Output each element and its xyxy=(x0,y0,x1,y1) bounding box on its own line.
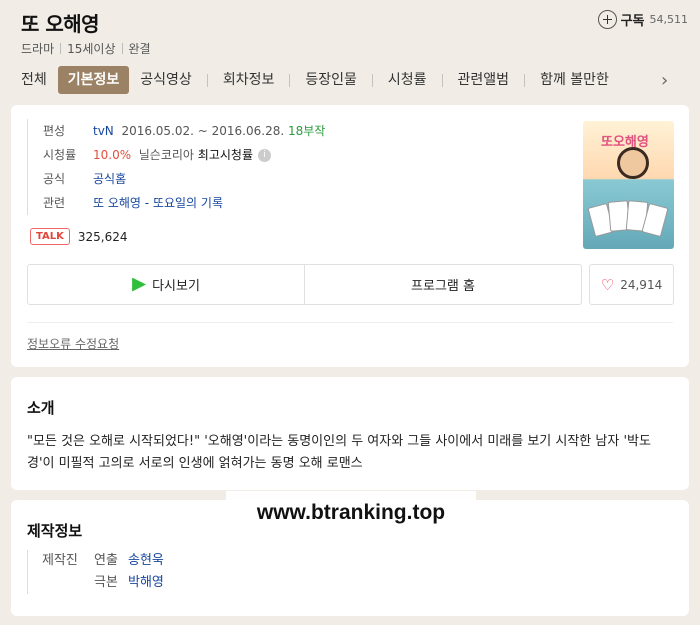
tab-ratings[interactable]: 시청률 xyxy=(377,66,438,94)
tab-recommended[interactable]: 함께 볼만한 xyxy=(529,66,620,94)
tab-divider xyxy=(289,73,291,87)
meta-divider xyxy=(60,43,62,54)
credit-name-link[interactable]: 박해영 xyxy=(128,572,164,594)
info-label: 편성 xyxy=(43,124,66,138)
tab-fade xyxy=(620,66,660,94)
info-row-related: 관련 또 오해영 - 또요일의 기록 xyxy=(43,191,325,215)
plus-icon xyxy=(597,10,617,29)
poster-title: 또오해영 xyxy=(601,135,649,150)
heart-icon: ♡ xyxy=(600,275,615,294)
action-buttons: 다시보기 프로그램 홈 xyxy=(27,264,582,305)
credits-label-spacer xyxy=(42,572,94,594)
program-title: 또 오해영 xyxy=(21,12,100,36)
info-label: 관련 xyxy=(43,196,66,210)
tab-albums[interactable]: 관련앨범 xyxy=(447,66,521,94)
chevron-right-icon[interactable]: › xyxy=(661,70,668,91)
like-button[interactable]: ♡ 24,914 xyxy=(589,264,674,305)
credits-list: 제작진 연출 송현욱 극본 박해영 xyxy=(27,550,164,594)
program-meta: 드라마 15세이상 완결 xyxy=(21,40,151,57)
meta-genre: 드라마 xyxy=(21,42,55,56)
related-link[interactable]: 또 오해영 - 또요일의 기록 xyxy=(93,191,223,215)
meta-divider xyxy=(121,43,123,54)
credit-row: 극본 박해영 xyxy=(42,572,164,594)
subscribe-label: 구독 xyxy=(620,14,645,29)
credits-label: 제작진 xyxy=(42,553,78,568)
rating-note: 최고시청률 xyxy=(197,148,253,162)
meta-status: 완결 xyxy=(128,42,151,56)
like-count: 24,914 xyxy=(620,277,663,292)
official-home-link[interactable]: 공식홈 xyxy=(93,167,126,191)
poster-image[interactable]: 또오해영 xyxy=(583,121,674,249)
credit-role: 연출 xyxy=(94,553,118,568)
program-home-button[interactable]: 프로그램 홈 xyxy=(304,265,581,304)
talk-badge: TALK xyxy=(30,228,70,245)
episode-count: 18부작 xyxy=(288,124,326,138)
tab-basic-info[interactable]: 기본정보 xyxy=(57,66,130,94)
intro-title: 소개 xyxy=(27,399,55,417)
tab-divider xyxy=(206,73,208,87)
info-label: 시청률 xyxy=(43,148,77,162)
intro-text: "모든 것은 오해로 시작되었다!" '오해영'이라는 동명이인의 두 여자와 … xyxy=(27,434,651,471)
tab-all[interactable]: 전체 xyxy=(10,66,58,94)
tab-characters[interactable]: 등장인물 xyxy=(294,66,368,94)
rating-source: 닐슨코리아 xyxy=(138,148,194,162)
channel-link[interactable]: tvN xyxy=(93,119,114,143)
tab-divider xyxy=(524,73,526,87)
subscribe-count: 54,511 xyxy=(649,13,689,26)
info-list: 편성 tvN 2016.05.02. ~ 2016.06.28. 18부작 시청… xyxy=(27,119,325,215)
tab-official-video[interactable]: 공식영상 xyxy=(129,66,203,94)
rating-value: 10.0% xyxy=(93,148,132,162)
info-label: 공식 xyxy=(43,172,66,186)
tab-divider xyxy=(371,73,373,87)
divider xyxy=(27,322,673,323)
rewatch-button[interactable]: 다시보기 xyxy=(28,265,304,304)
talk-count[interactable]: TALK 325,624 xyxy=(30,228,128,245)
subscribe-button[interactable]: 구독 54,511 xyxy=(597,10,689,29)
talk-number: 325,624 xyxy=(77,229,128,244)
credit-role: 극본 xyxy=(94,575,118,590)
broadcast-period: 2016.05.02. ~ 2016.06.28. xyxy=(121,124,285,138)
play-icon xyxy=(132,277,147,292)
info-row-official: 공식 공식홈 xyxy=(43,167,325,191)
info-row-broadcast: 편성 tvN 2016.05.02. ~ 2016.06.28. 18부작 xyxy=(43,119,325,143)
basic-info-card: 편성 tvN 2016.05.02. ~ 2016.06.28. 18부작 시청… xyxy=(11,105,689,367)
info-row-rating: 시청률 10.0% 닐슨코리아 최고시청률 i xyxy=(43,143,325,167)
report-error-link[interactable]: 정보오류 수정요청 xyxy=(27,335,119,352)
poster-figure xyxy=(617,147,649,179)
tab-episodes[interactable]: 회차정보 xyxy=(212,66,286,94)
intro-card: 소개 "모든 것은 오해로 시작되었다!" '오해영'이라는 동명이인의 두 여… xyxy=(11,377,689,490)
tab-divider xyxy=(441,73,443,87)
rewatch-label: 다시보기 xyxy=(152,279,200,294)
tab-bar: 전체 기본정보 공식영상 회차정보 등장인물 시청률 관련앨범 함께 볼만한 xyxy=(10,66,620,94)
info-icon[interactable]: i xyxy=(258,148,271,162)
credit-row: 제작진 연출 송현욱 xyxy=(42,550,164,572)
credit-name-link[interactable]: 송현욱 xyxy=(128,550,164,572)
program-home-label: 프로그램 홈 xyxy=(411,279,475,294)
production-title: 제작정보 xyxy=(27,522,83,540)
meta-age-rating: 15세이상 xyxy=(67,42,116,56)
watermark: www.btranking.top xyxy=(226,491,476,535)
